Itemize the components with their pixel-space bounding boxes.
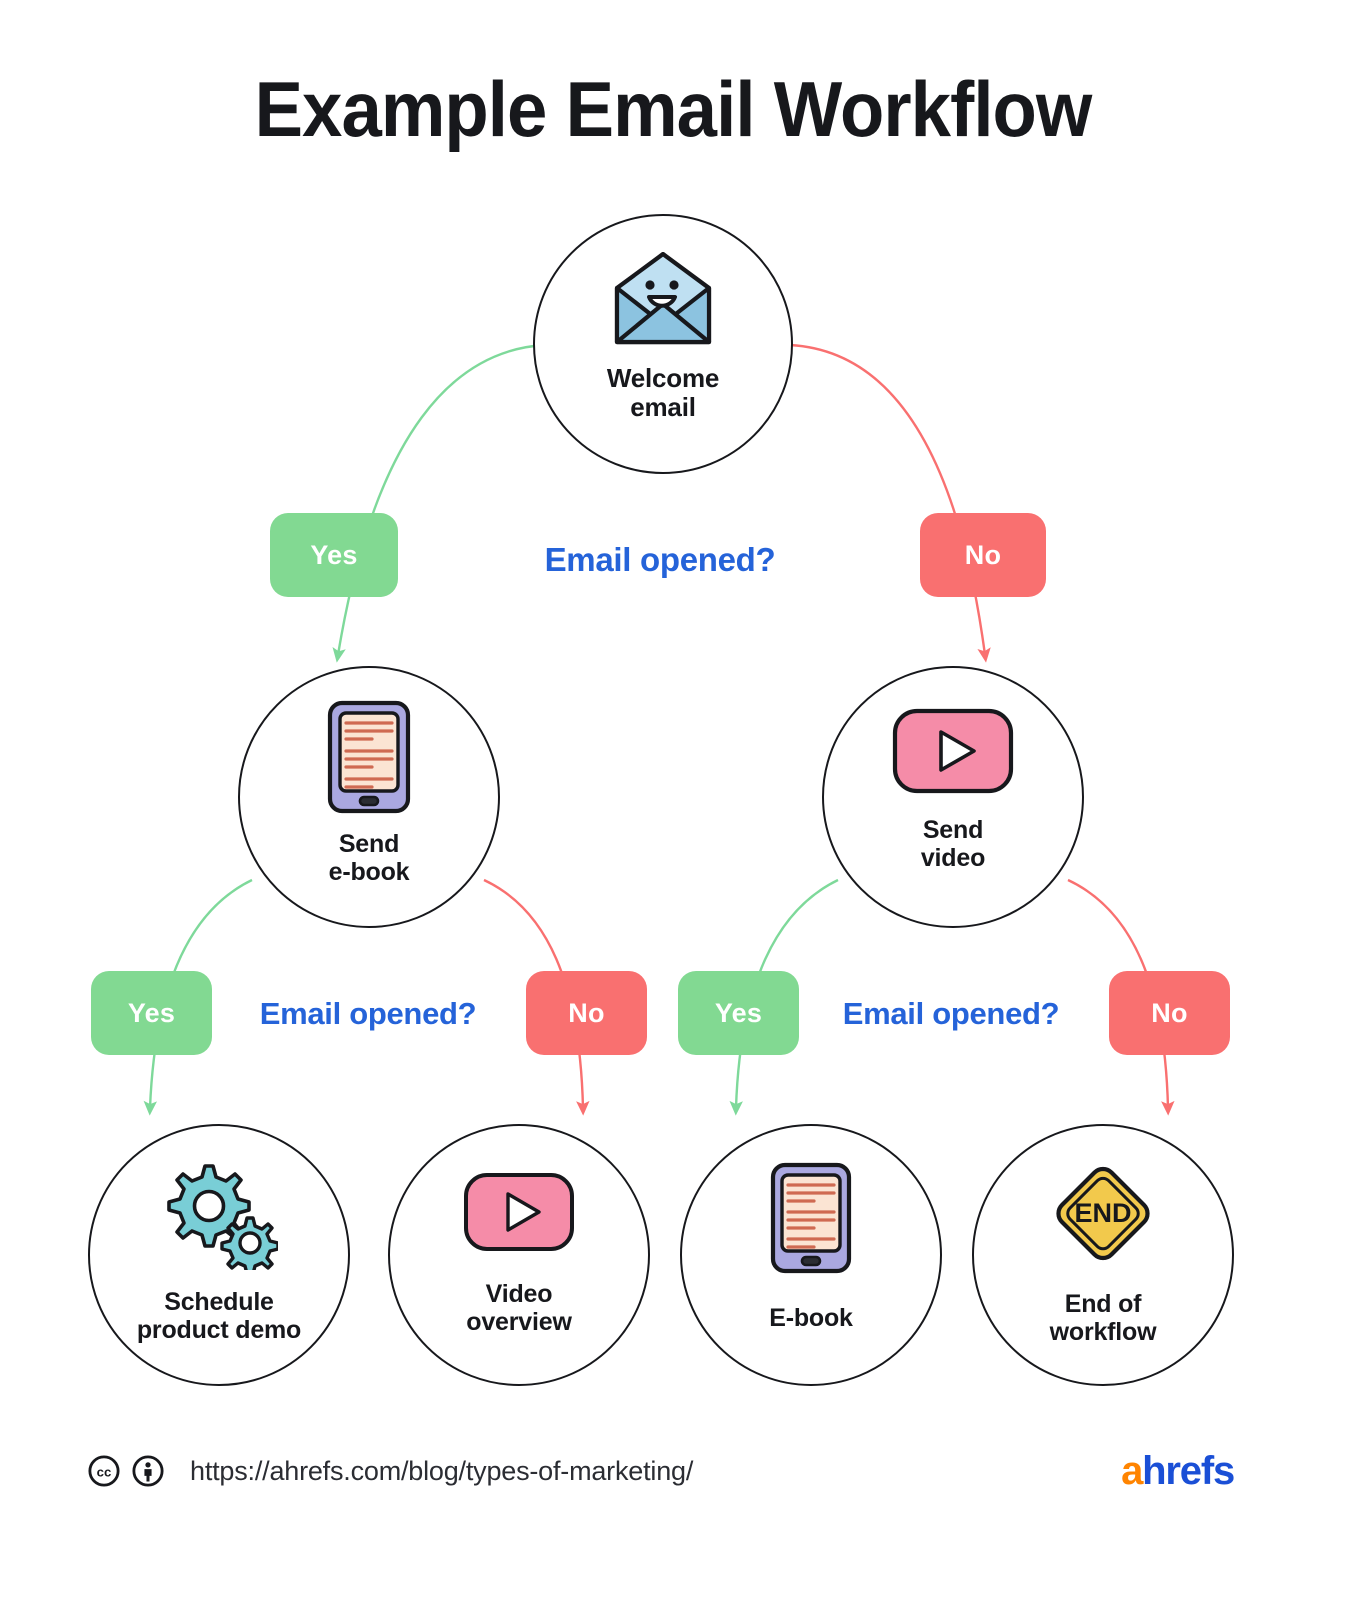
node-label-line2: email [630, 392, 696, 423]
node-label-line2: overview [466, 1308, 572, 1336]
badge-label: Yes [127, 997, 176, 1028]
edge-welcome-to-ebook [332, 343, 546, 663]
creative-commons-icon: cc [88, 1455, 120, 1487]
creative-commons-by-icon [132, 1455, 164, 1487]
node-label-line1: E-book [769, 1304, 853, 1332]
node-label-line2: e-book [328, 858, 410, 886]
badge-yes-decision-1[interactable]: Yes [270, 513, 398, 597]
question-label-decision-2: Email opened? [259, 996, 477, 1031]
badge-yes-decision-2[interactable]: Yes [91, 971, 212, 1055]
tablet-ebook-icon [769, 1162, 853, 1274]
badge-yes-decision-3[interactable]: Yes [678, 971, 799, 1055]
badge-no-decision-1[interactable]: No [920, 513, 1046, 597]
question-label-decision-1: Email opened? [544, 541, 776, 578]
badge-no-decision-3[interactable]: No [1109, 971, 1230, 1055]
node-send-ebook[interactable]: Send e-book [238, 666, 500, 928]
badge-label: No [964, 539, 1002, 570]
badge-label: Yes [714, 997, 763, 1028]
node-label-line1: Video [485, 1280, 553, 1308]
badge-label: No [568, 997, 605, 1028]
node-label-line2: video [920, 844, 986, 872]
ahrefs-logo: ahrefs [1121, 1449, 1235, 1494]
footer-license: cc https://ahrefs.com/blog/types-of-mark… [88, 1455, 693, 1487]
node-send-video[interactable]: Send video [822, 666, 1084, 928]
source-url: https://ahrefs.com/blog/types-of-marketi… [190, 1455, 694, 1486]
badge-no-decision-2[interactable]: No [526, 971, 647, 1055]
node-schedule-product-demo[interactable]: Schedule product demo [88, 1124, 350, 1386]
node-ebook[interactable]: E-book [680, 1124, 942, 1386]
logo-letter-a: a [1121, 1449, 1143, 1493]
question-label-decision-3: Email opened? [842, 996, 1060, 1031]
gears-icon [160, 1160, 278, 1270]
node-label-line1: Schedule [164, 1288, 274, 1316]
tablet-ebook-icon [326, 700, 412, 814]
logo-rest: hrefs [1142, 1449, 1235, 1493]
page-title: Example Email Workflow [254, 65, 1093, 153]
node-label-line1: Send [338, 830, 400, 858]
node-label-line2: product demo [136, 1316, 302, 1344]
node-label-line1: Send [922, 816, 984, 844]
badge-label: No [1151, 997, 1188, 1028]
node-label-line2: workflow [1049, 1318, 1157, 1346]
video-play-icon [463, 1172, 575, 1252]
end-sign-text: END [1074, 1198, 1131, 1228]
end-sign-icon: END [1047, 1158, 1159, 1270]
node-end-of-workflow[interactable]: END End of workflow [972, 1124, 1234, 1386]
node-label-line1: End of [1064, 1290, 1142, 1318]
svg-text:cc: cc [97, 1465, 112, 1480]
edge-welcome-to-video [789, 343, 991, 663]
node-video-overview[interactable]: Video overview [388, 1124, 650, 1386]
badge-label: Yes [310, 539, 358, 570]
video-play-icon [892, 708, 1014, 794]
node-label-line1: Welcome [606, 363, 720, 393]
open-envelope-smile-icon [611, 252, 715, 348]
node-welcome-email[interactable]: Welcome email [533, 214, 793, 474]
